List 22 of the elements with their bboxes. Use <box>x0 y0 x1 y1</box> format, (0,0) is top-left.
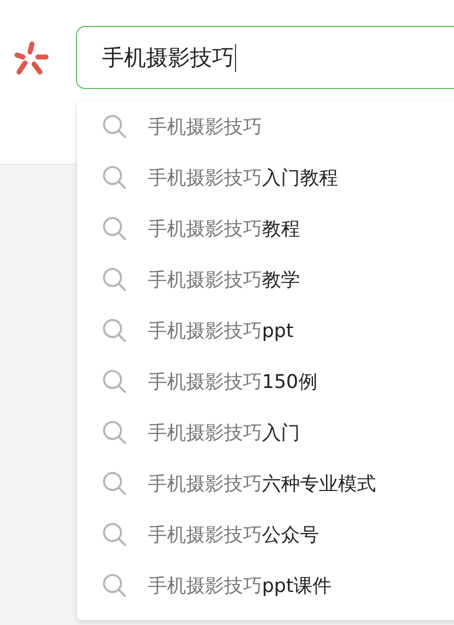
search-icon <box>102 267 127 292</box>
search-icon <box>102 114 127 139</box>
search-icon <box>102 573 127 598</box>
search-icon <box>102 420 127 445</box>
suggestion-item[interactable]: 手机摄影技巧ppt <box>77 305 454 356</box>
search-icon <box>102 216 127 241</box>
suggestion-item[interactable]: 手机摄影技巧公众号 <box>77 509 454 560</box>
search-icon <box>102 369 127 394</box>
search-icon <box>102 471 127 496</box>
suggestion-item[interactable]: 手机摄影技巧入门教程 <box>77 152 454 203</box>
suggestion-item[interactable]: 手机摄影技巧150例 <box>77 356 454 407</box>
logo-icon <box>13 40 49 76</box>
search-field[interactable]: 手机摄影技巧 <box>76 26 454 89</box>
suggestion-item[interactable]: 手机摄影技巧六种专业模式 <box>77 458 454 509</box>
suggestion-item[interactable]: 手机摄影技巧 <box>77 101 454 152</box>
search-icon <box>102 522 127 547</box>
suggestion-item[interactable]: 手机摄影技巧入门 <box>77 407 454 458</box>
search-icon <box>102 318 127 343</box>
suggestion-item[interactable]: 手机摄影技巧ppt课件 <box>77 560 454 611</box>
suggestion-item[interactable]: 手机摄影技巧教学 <box>77 254 454 305</box>
suggestion-item[interactable]: 手机摄影技巧教程 <box>77 203 454 254</box>
search-icon <box>102 165 127 190</box>
